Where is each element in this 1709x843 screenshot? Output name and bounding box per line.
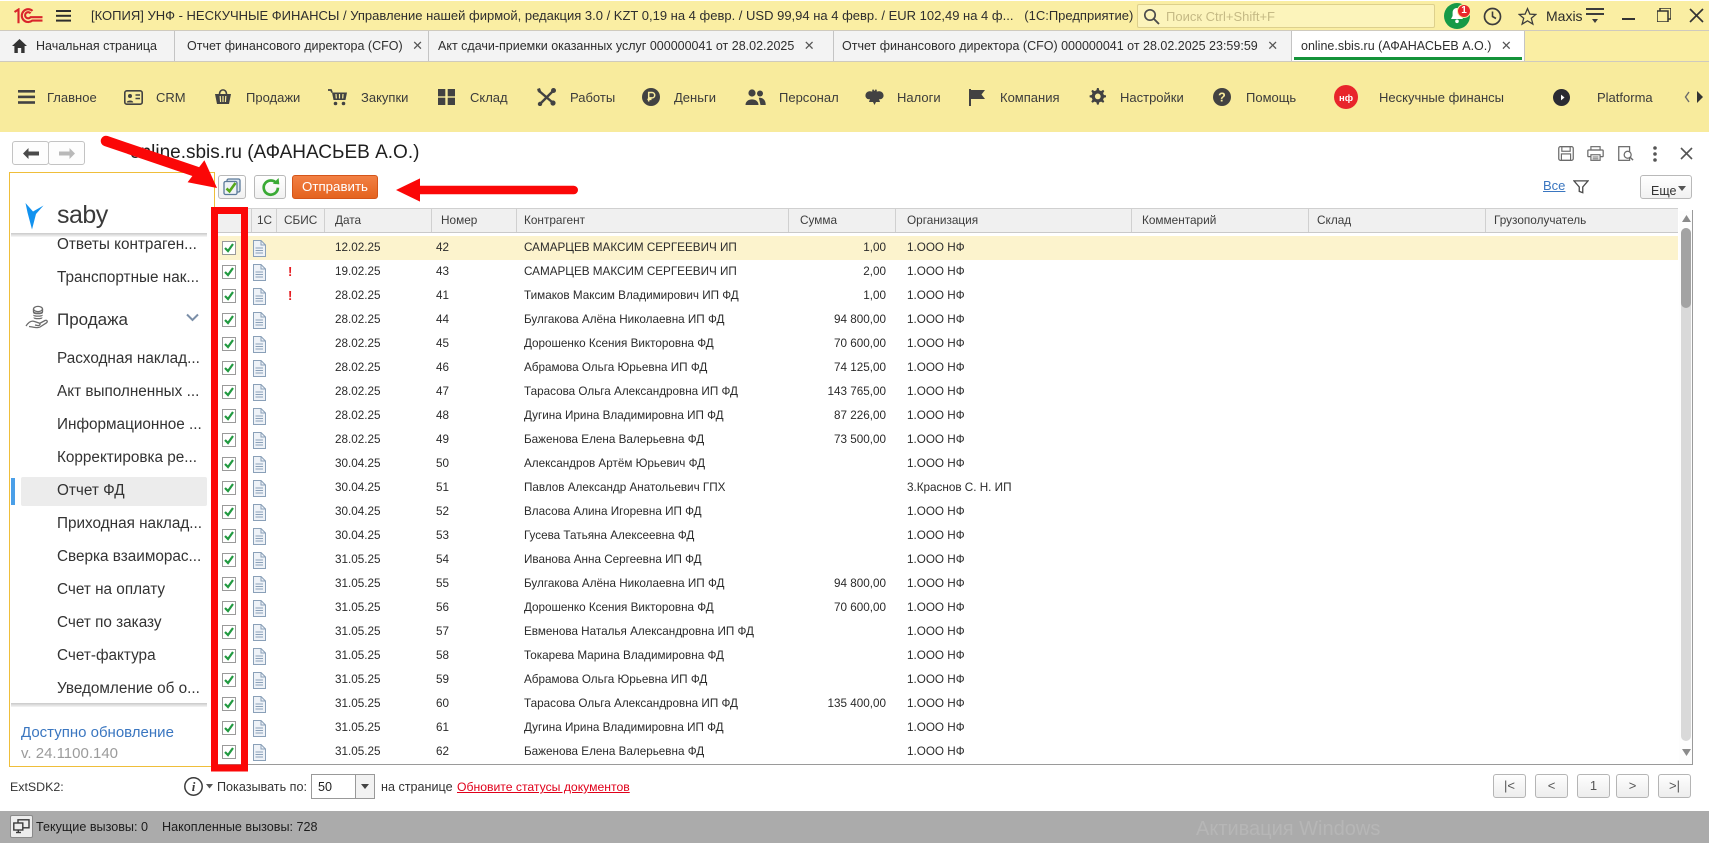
- svg-text:?: ?: [1218, 90, 1226, 104]
- svg-text:i: i: [192, 779, 196, 794]
- svg-text:нф: нф: [1339, 93, 1353, 104]
